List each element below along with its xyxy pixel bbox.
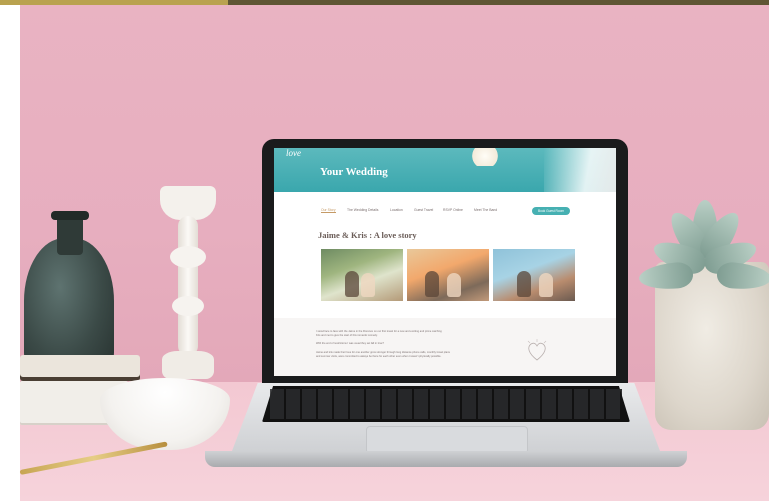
candle-cup bbox=[160, 186, 216, 220]
heart-icon bbox=[527, 339, 547, 361]
candle-knob-upper bbox=[170, 246, 206, 268]
person-figure bbox=[447, 273, 461, 297]
laptop-trackpad bbox=[366, 426, 528, 454]
couple-photo-beach bbox=[493, 249, 575, 301]
nav-guest-travel[interactable]: Guest Travel bbox=[414, 208, 433, 212]
nav-wedding-details[interactable]: The Wedding Details bbox=[347, 208, 378, 212]
hero-title: Your Wedding bbox=[320, 166, 388, 178]
story-text-section: I stood face to face with the Jaime in t… bbox=[274, 318, 616, 376]
person-figure bbox=[345, 271, 359, 297]
couple-photo-sunset bbox=[407, 249, 489, 301]
story-paragraph: With the end of restrictions I was usual… bbox=[316, 342, 384, 345]
site-logo[interactable]: love bbox=[286, 148, 301, 158]
nav-our-story[interactable]: Our Story bbox=[321, 208, 336, 213]
white-curtain bbox=[544, 148, 616, 192]
flower-bouquet bbox=[470, 148, 500, 166]
nav-rsvp[interactable]: RSVP Online bbox=[443, 208, 463, 212]
couple-photo-forest bbox=[321, 249, 403, 301]
laptop-screen: love Your Wedding Our Story The Wedding … bbox=[274, 148, 616, 376]
book-top bbox=[20, 355, 140, 381]
candle-knob-lower bbox=[172, 296, 204, 316]
succulent-plant bbox=[638, 190, 769, 292]
nav-meet-band[interactable]: Meet The Band bbox=[474, 208, 497, 212]
book-room-button[interactable]: Book Guest Room bbox=[532, 207, 570, 215]
person-figure bbox=[425, 271, 439, 297]
story-paragraph: and summer visits, were committed to alw… bbox=[316, 355, 442, 358]
person-figure bbox=[517, 271, 531, 297]
nav-location[interactable]: Location bbox=[390, 208, 403, 212]
photo-scene: love Your Wedding Our Story The Wedding … bbox=[0, 0, 769, 501]
left-margin bbox=[0, 5, 20, 501]
person-figure bbox=[539, 273, 553, 297]
laptop-front-edge bbox=[205, 451, 687, 467]
keyboard-keys bbox=[270, 389, 622, 419]
candle-stem bbox=[178, 216, 198, 356]
story-title: Jaime & Kris : A love story bbox=[318, 230, 417, 240]
candle-base bbox=[162, 351, 214, 379]
person-figure bbox=[361, 273, 375, 297]
white-candle-holder bbox=[160, 186, 216, 386]
vase-lip bbox=[51, 211, 89, 220]
story-paragraph: Kris and met to give the start of this r… bbox=[316, 334, 378, 337]
site-hero-banner: love Your Wedding bbox=[274, 148, 616, 192]
